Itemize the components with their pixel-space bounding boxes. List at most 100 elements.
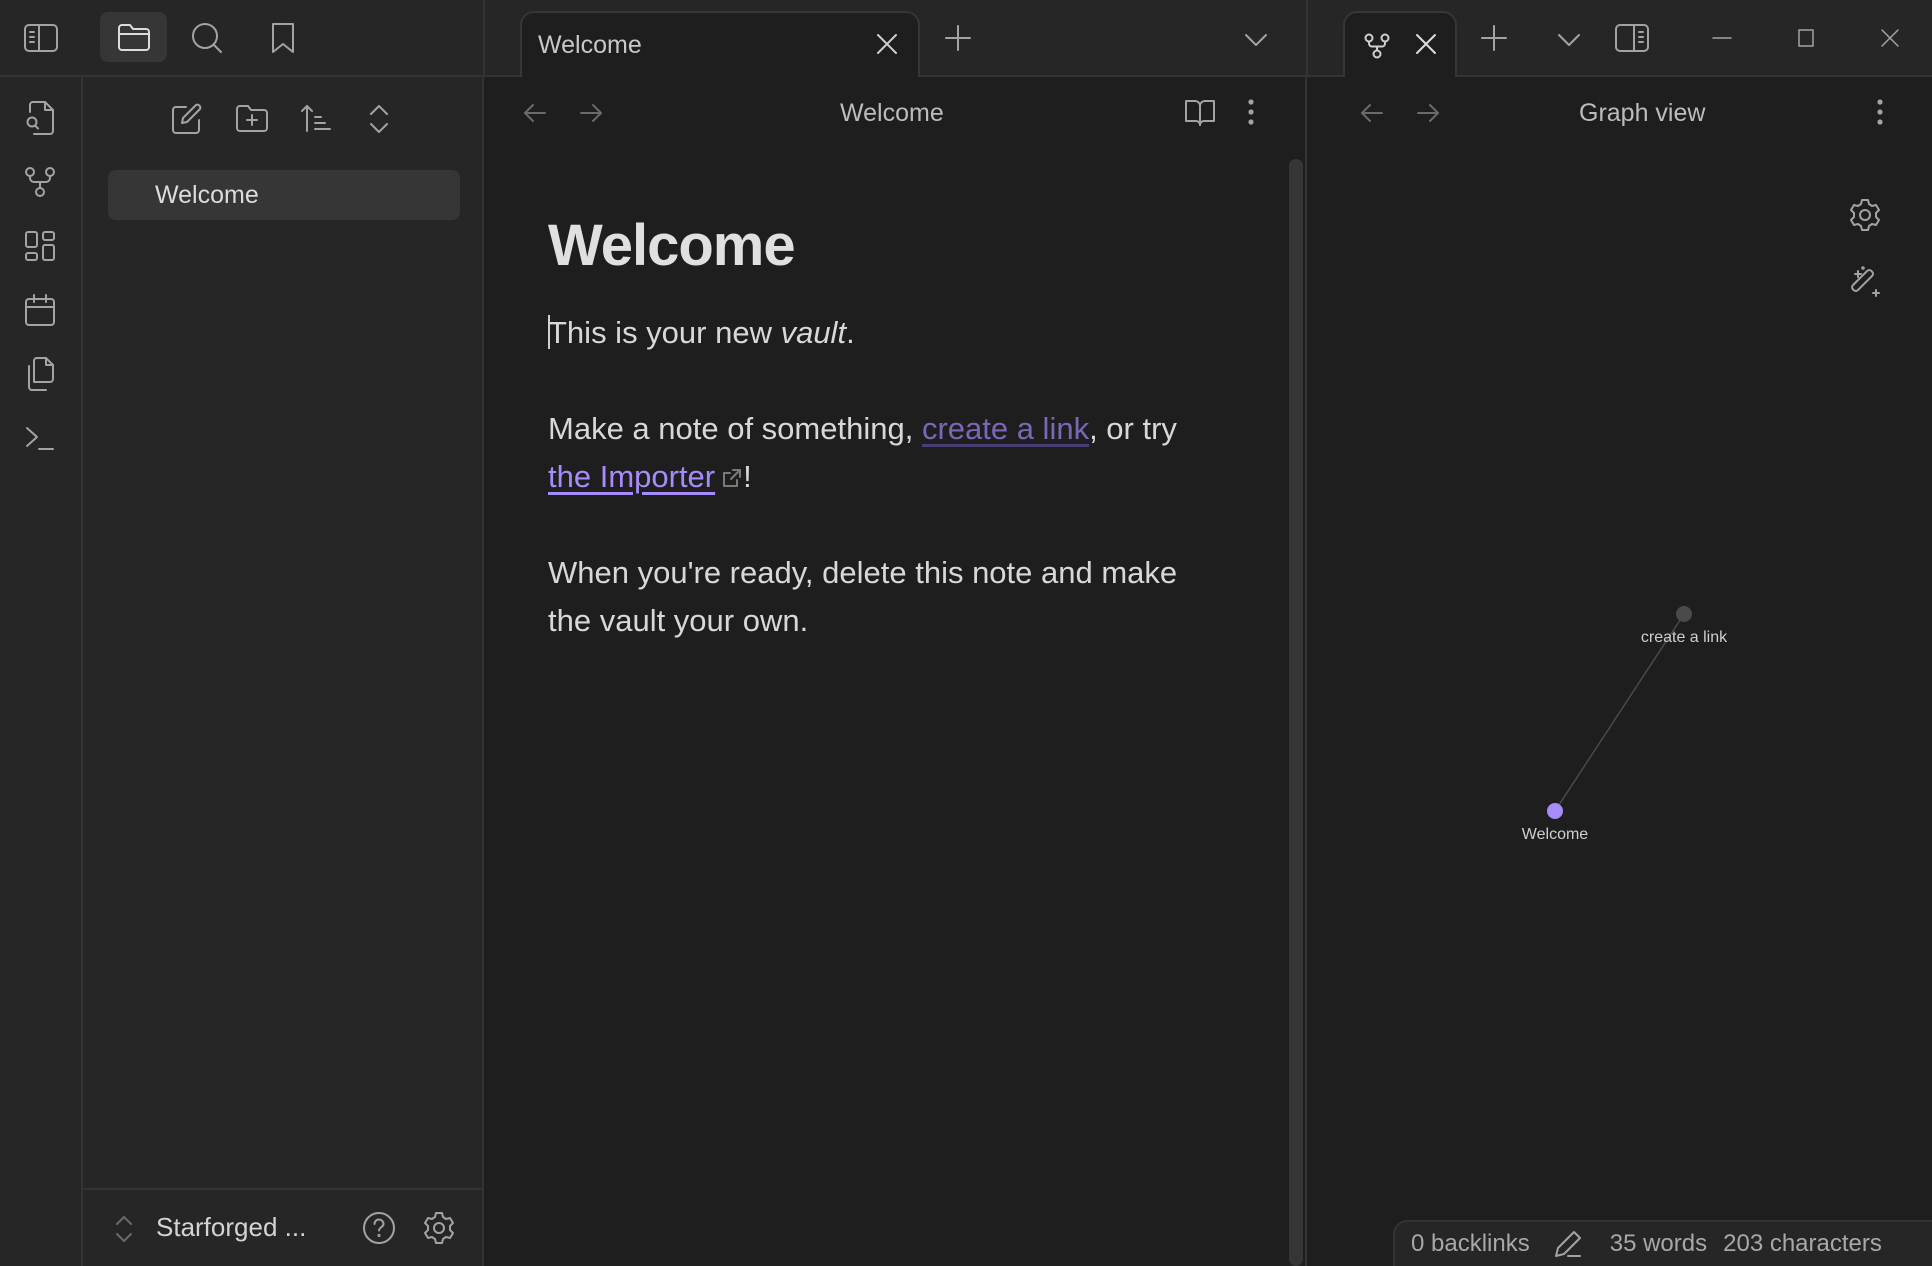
window-minimize-button[interactable] (1702, 18, 1742, 58)
close-tab-button[interactable] (1413, 31, 1439, 57)
graph-node-label: create a link (1640, 629, 1728, 646)
terminal-icon (26, 427, 54, 450)
minimize-icon (1712, 37, 1732, 39)
close-icon (1416, 34, 1436, 54)
gear-icon (424, 1212, 454, 1244)
chevron-down-icon (1558, 34, 1580, 46)
chevrons-up-down-icon (370, 105, 388, 133)
close-tab-button[interactable] (874, 31, 900, 57)
copy-icon (28, 357, 54, 391)
text: . (846, 315, 855, 350)
graph-node-welcome[interactable] (1547, 803, 1563, 819)
graph-node-create-a-link[interactable] (1676, 606, 1692, 622)
toggle-left-sidebar-button[interactable] (20, 17, 62, 59)
italic-text: vault (780, 315, 847, 350)
tab-list-button[interactable] (1238, 22, 1274, 58)
reading-view-button[interactable] (1184, 97, 1216, 127)
edit-icon (172, 103, 202, 134)
vault-switcher-button[interactable] (113, 1214, 135, 1244)
file-explorer: Welcome Starforged ... (83, 77, 484, 1266)
note-content[interactable]: Welcome This is your new vault. Make a n… (548, 212, 1228, 693)
text: Make a note of something, (548, 411, 922, 446)
paragraph: When you're ready, delete this note and … (548, 555, 1178, 638)
graph-icon (1364, 33, 1390, 58)
graph-view-pane: Graph view create a link Welcome (1307, 77, 1932, 1266)
more-vertical-icon (1248, 99, 1254, 125)
external-link-icon (723, 469, 742, 487)
vault-name[interactable]: Starforged ... (156, 1212, 306, 1243)
ribbon-quick-switcher[interactable] (19, 97, 61, 139)
window-close-button[interactable] (1870, 18, 1910, 58)
ribbon-daily-note[interactable] (19, 289, 61, 331)
tab-welcome[interactable]: Welcome (520, 11, 920, 78)
note-title: Welcome (548, 213, 796, 278)
editor-pane: Welcome Welcome This is your new vault. … (484, 77, 1307, 1266)
chevron-down-icon (1245, 34, 1267, 46)
ribbon-canvas[interactable] (19, 225, 61, 267)
divider (1306, 0, 1308, 77)
sort-ascending-icon (301, 105, 331, 132)
title-bar: Welcome (0, 0, 1932, 78)
file-item-label: Welcome (155, 180, 259, 209)
nav-forward-button[interactable] (578, 101, 604, 125)
graph-canvas[interactable] (1307, 77, 1932, 1266)
sidebar-right-icon (1615, 24, 1649, 52)
window-maximize-button[interactable] (1786, 18, 1826, 58)
sort-button[interactable] (294, 97, 338, 141)
internal-link[interactable]: create a link (922, 411, 1089, 446)
status-bar: 0 backlinks 35 words 203 characters (1393, 1220, 1932, 1266)
tab-title: Welcome (538, 31, 642, 59)
search-icon (192, 23, 222, 53)
files-tab-button[interactable] (100, 12, 167, 62)
word-count: 35 words (1609, 1230, 1708, 1257)
folder-icon (117, 24, 150, 51)
folder-plus-icon (236, 105, 268, 132)
new-note-button[interactable] (165, 97, 209, 141)
ribbon (0, 77, 83, 1266)
vault-footer: Starforged ... (83, 1188, 482, 1266)
chevrons-up-down-icon (116, 1216, 132, 1242)
plus-icon (945, 25, 971, 51)
bookmarks-tab-button[interactable] (262, 17, 304, 59)
help-circle-icon (363, 1212, 395, 1244)
toggle-right-sidebar-button[interactable] (1612, 18, 1652, 58)
character-count: 203 characters (1723, 1230, 1882, 1257)
new-folder-button[interactable] (230, 97, 274, 141)
text: This is your new (548, 315, 781, 350)
sidebar-left-icon (24, 24, 58, 52)
close-icon (877, 34, 897, 54)
ribbon-graph-view[interactable] (19, 161, 61, 203)
new-tab-button[interactable] (940, 20, 976, 56)
arrow-right-icon (580, 104, 602, 122)
arrow-left-icon (524, 104, 546, 122)
tab-graph-view[interactable] (1343, 11, 1457, 78)
external-link[interactable]: the Importer (548, 459, 715, 494)
help-button[interactable] (361, 1210, 397, 1246)
ribbon-templates[interactable] (19, 353, 61, 395)
paragraph: Make a note of something, create a link,… (548, 405, 1228, 501)
pencil-icon[interactable] (1552, 1229, 1586, 1259)
editor-scrollbar[interactable] (1289, 159, 1303, 1266)
maximize-icon (1798, 29, 1814, 47)
file-item-welcome[interactable]: Welcome (108, 170, 460, 220)
more-options-button[interactable] (1246, 97, 1256, 127)
divider (483, 0, 485, 77)
backlinks-count[interactable]: 0 backlinks (1411, 1230, 1530, 1258)
close-icon (1881, 29, 1899, 47)
view-header-title[interactable]: Welcome (840, 99, 944, 128)
book-open-icon (1185, 100, 1215, 126)
file-search-icon (26, 101, 54, 135)
plus-icon (1481, 25, 1507, 51)
graph-icon (25, 167, 55, 197)
settings-button[interactable] (421, 1210, 457, 1246)
bookmark-icon (272, 23, 294, 53)
text: , or try (1089, 411, 1177, 446)
search-tab-button[interactable] (186, 17, 228, 59)
paragraph: This is your new vault. (548, 309, 1228, 357)
nav-back-button[interactable] (522, 101, 548, 125)
collapse-all-button[interactable] (357, 97, 401, 141)
tab-list-button[interactable] (1551, 22, 1587, 58)
new-tab-button[interactable] (1476, 20, 1512, 56)
ribbon-command-palette[interactable] (19, 417, 61, 459)
graph-node-label: Welcome (1521, 826, 1589, 843)
